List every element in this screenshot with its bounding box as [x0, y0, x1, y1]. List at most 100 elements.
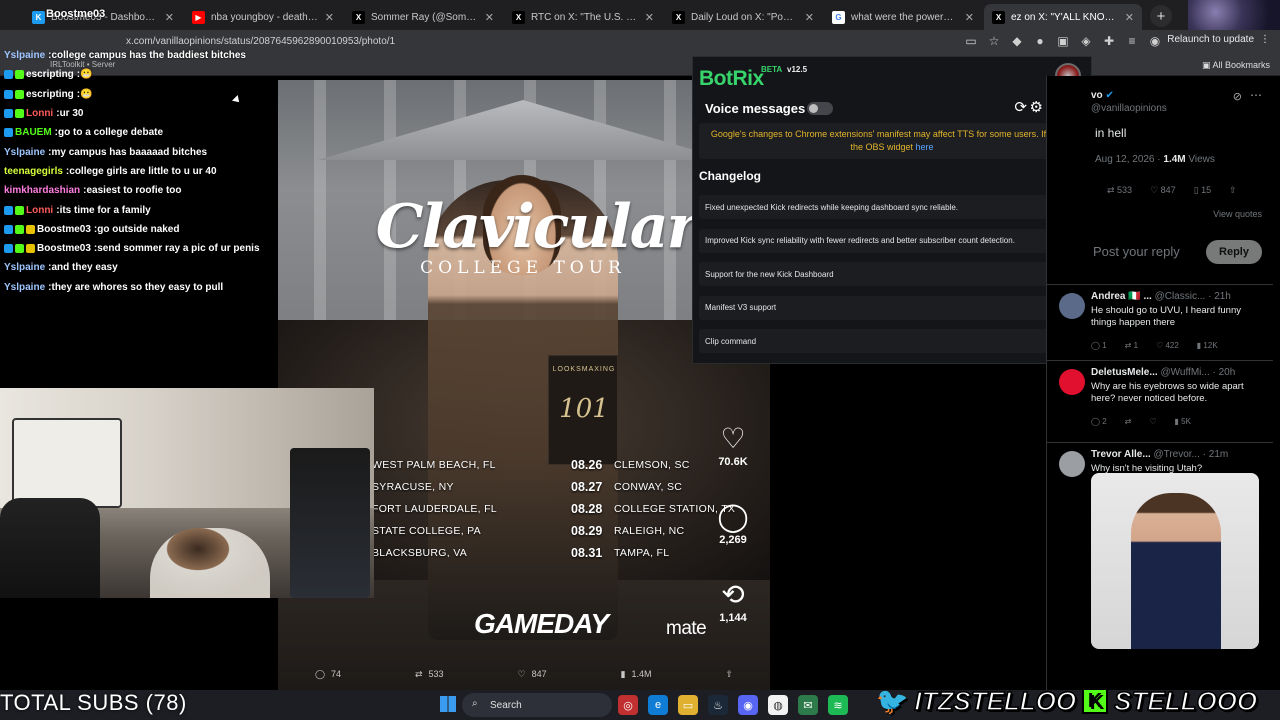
file-explorer-icon[interactable]: ▭ — [678, 695, 698, 715]
changelog-item: Support for the new Kick Dashboard — [699, 262, 1085, 286]
chat-username[interactable]: teenagegirls — [4, 166, 63, 177]
taskbar-search[interactable]: ⌕ Search — [462, 693, 612, 717]
obs-widget-link[interactable]: here — [916, 142, 934, 152]
chat-username[interactable]: kimkhardashian — [4, 185, 80, 196]
views-icon[interactable]: ▮ 5K — [1175, 417, 1191, 426]
chat-username[interactable]: escripting — [26, 69, 74, 80]
like-action[interactable]: ♡ 847 — [518, 669, 547, 680]
repost-stat[interactable]: ⇄ 533 — [1107, 185, 1132, 196]
chat-username[interactable]: BAUEM — [15, 127, 52, 138]
chat-badge-icon — [15, 109, 24, 119]
reply-icon[interactable]: ◯ 1 — [1091, 341, 1107, 350]
chat-username[interactable]: Lonni — [26, 108, 53, 119]
share-action[interactable]: ⇧ — [725, 669, 733, 680]
extension-icon[interactable]: ◈ — [1079, 34, 1093, 48]
extension-icon[interactable]: ● — [1033, 34, 1047, 48]
extension-icon[interactable]: ◆ — [1010, 34, 1024, 48]
all-bookmarks-button[interactable]: ▣ All Bookmarks — [1202, 60, 1270, 71]
reply-author-name[interactable]: Andrea 🇮🇹 ... — [1091, 291, 1152, 302]
voice-messages-label: Voice messages — [705, 101, 806, 116]
reply-button[interactable]: Reply — [1206, 240, 1262, 264]
steam-icon[interactable]: ♨ — [708, 695, 728, 715]
close-tab-icon[interactable]: ✕ — [485, 11, 494, 24]
heart-icon[interactable]: ♡ 422 — [1156, 341, 1179, 350]
chat-username[interactable]: Yslpaine — [4, 282, 45, 293]
repost-action[interactable]: ⇄ 533 — [415, 669, 444, 680]
views-icon[interactable]: ▮ 12K — [1197, 341, 1218, 350]
like-stat[interactable]: ♡ 847 — [1150, 185, 1176, 196]
edge-icon[interactable]: e — [648, 695, 668, 715]
screen-share-icon[interactable]: ▭ — [964, 34, 978, 48]
chat-username[interactable]: Yslpaine — [4, 50, 45, 61]
reply-photo[interactable] — [1091, 473, 1259, 649]
chat-badge-icon — [15, 70, 24, 80]
browser-tab[interactable]: Xez on X: "Y'ALL KNOW THE DR ✕ — [984, 4, 1142, 30]
menu-icon[interactable]: ⋮ — [1260, 34, 1270, 45]
puzzle-icon[interactable]: ✚ — [1102, 34, 1116, 48]
repost-icon[interactable]: ⇄ — [1125, 417, 1132, 426]
close-tab-icon[interactable]: ✕ — [165, 11, 174, 24]
new-tab-button[interactable]: + — [1150, 5, 1172, 27]
reply-tweet[interactable]: DeletusMele... @WuffMi... · 20h Why are h… — [1047, 360, 1273, 442]
reply-separator: · — [1199, 449, 1209, 460]
relaunch-button[interactable]: Relaunch to update ⋮ — [1167, 34, 1270, 45]
chat-username[interactable]: Lonni — [26, 205, 53, 216]
share-icon[interactable]: ⇧ — [1229, 185, 1237, 196]
close-tab-icon[interactable]: ✕ — [1125, 11, 1134, 24]
chat-badge-icon — [4, 109, 13, 119]
tab-title: Daily Loud on X: "Powerball ti — [691, 11, 799, 23]
refresh-icon[interactable]: ⟳ — [1014, 98, 1027, 116]
media-icon[interactable]: ≡ — [1125, 34, 1139, 48]
chrome-icon[interactable]: ◍ — [768, 695, 788, 715]
avatar[interactable] — [1059, 451, 1085, 477]
discord-icon[interactable]: ◉ — [738, 695, 758, 715]
chat-username[interactable]: Yslpaine — [4, 147, 45, 158]
close-tab-icon[interactable]: ✕ — [965, 11, 974, 24]
more-icon[interactable]: ⋯ — [1250, 88, 1262, 102]
view-quotes-link[interactable]: View quotes — [1213, 209, 1262, 219]
close-tab-icon[interactable]: ✕ — [645, 11, 654, 24]
chat-username[interactable]: escripting — [26, 89, 74, 100]
reply-tweet[interactable]: Trevor Alle... @Trevor... · 21m Why isn't… — [1047, 442, 1273, 690]
botrix-logo: BotRix — [699, 67, 764, 90]
browser-tab[interactable]: X Daily Loud on X: "Powerball ti ✕ — [664, 4, 822, 30]
windows-start-icon[interactable] — [440, 696, 456, 712]
tour-row: WEST PALM BEACH, FL 08.26 CLEMSON, SC — [372, 454, 732, 476]
chat-username[interactable]: Boostme03 — [37, 224, 91, 235]
chat-username[interactable]: Boostme03 — [37, 243, 91, 254]
bookmark-stat[interactable]: ▯ 15 — [1194, 185, 1211, 196]
browser-tab[interactable]: X Sommer Ray (@SommerRay) / X ✕ — [344, 4, 502, 30]
browser-tab[interactable]: ▶ nba youngboy - death enclaim ✕ — [184, 4, 342, 30]
chat-username[interactable]: Yslpaine — [4, 262, 45, 273]
repost-stat[interactable]: ⟲ 1,144 — [698, 580, 768, 625]
profile-icon[interactable]: ◉ — [1148, 34, 1162, 48]
spotify-icon[interactable]: ≋ — [828, 695, 848, 715]
repost-icon[interactable]: ⇄ 1 — [1125, 341, 1138, 350]
browser-tab[interactable]: X RTC on X: "The U.S. Senate is l ✕ — [504, 4, 662, 30]
close-tab-icon[interactable]: ✕ — [325, 11, 334, 24]
gear-icon[interactable]: ⚙ — [1030, 98, 1043, 116]
grok-icon[interactable]: ⊘ — [1233, 90, 1242, 103]
bookmark-star-icon[interactable]: ☆ — [987, 34, 1001, 48]
like-stat[interactable]: ♡ 70.6K — [698, 424, 768, 469]
reply-author-name[interactable]: DeletusMele... — [1091, 367, 1158, 378]
reply-author-name[interactable]: Trevor Alle... — [1091, 449, 1151, 460]
extension-icon[interactable]: ▣ — [1056, 34, 1070, 48]
app-icon[interactable]: ✉ — [798, 695, 818, 715]
tweet-stats: ⇄ 533 ♡ 847 ▯ 15 ⇧ — [1107, 185, 1237, 196]
tour-row: FORT LAUDERDALE, FL 08.28 COLLEGE STATION,… — [372, 498, 735, 520]
reply-icon[interactable]: ◯ 2 — [1091, 417, 1107, 426]
comment-stat[interactable]: ◯ 2,269 — [698, 502, 768, 547]
close-tab-icon[interactable]: ✕ — [805, 11, 814, 24]
voice-messages-toggle[interactable] — [807, 102, 833, 115]
tweet-author[interactable]: vo ✔ @vanillaopinions — [1091, 90, 1167, 114]
reply-input[interactable]: Post your reply — [1093, 244, 1180, 259]
browser-tab[interactable]: Gwhat were the powerball numb ✕ — [824, 4, 982, 30]
app-icon[interactable]: ◎ — [618, 695, 638, 715]
reply-tweet[interactable]: Andrea 🇮🇹 ... @Classic... · 21h He should… — [1047, 284, 1273, 360]
avatar[interactable] — [1059, 369, 1085, 395]
reply-action[interactable]: ◯ 74 — [315, 669, 341, 680]
avatar[interactable] — [1059, 293, 1085, 319]
heart-icon[interactable]: ♡ — [1149, 417, 1156, 426]
views-action[interactable]: ▮ 1.4M — [621, 669, 652, 680]
